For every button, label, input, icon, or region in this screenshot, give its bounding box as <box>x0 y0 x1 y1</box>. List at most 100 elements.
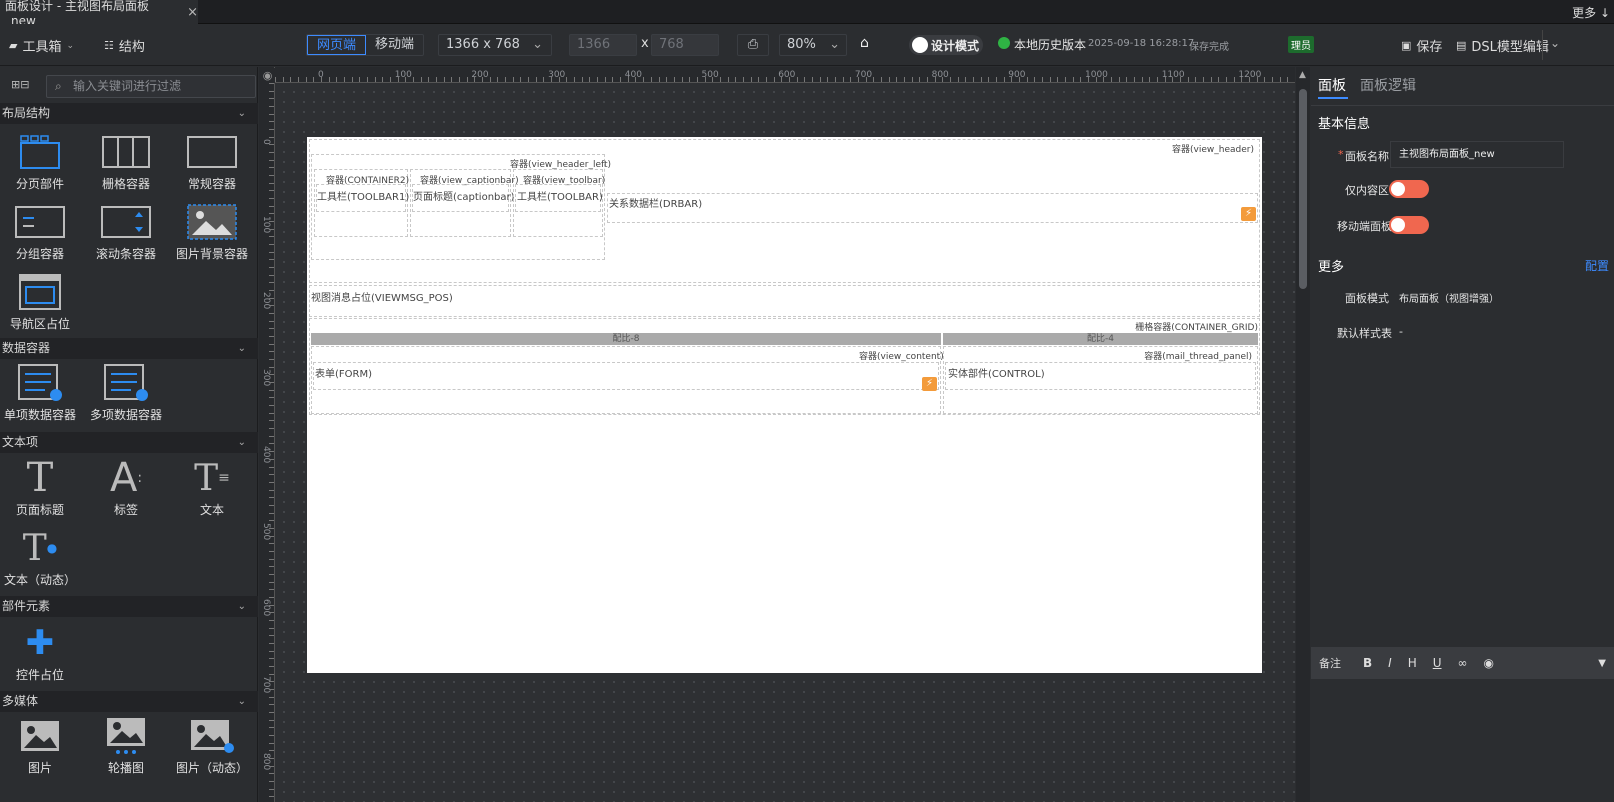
palette-item-group-container[interactable]: 分组容器 <box>0 201 84 271</box>
mobile-panel-switch[interactable] <box>1389 216 1429 234</box>
ruler-tick <box>269 665 274 667</box>
section-layout[interactable]: 布局结构 ⌄ <box>0 103 258 124</box>
design-canvas[interactable]: 0 100 200 300 400 500 600 700 800 900 1000 1100 1200… <box>259 67 1295 802</box>
more-menu-button[interactable]: 更多 ↓ <box>1572 4 1610 21</box>
eye-icon[interactable]: ◉ <box>260 68 275 83</box>
ruler-tick <box>597 77 599 82</box>
height-input[interactable]: 768 <box>651 34 719 56</box>
ruler-tick <box>269 604 274 606</box>
palette-item-dynamic-image[interactable]: 图片（动态） <box>168 715 256 785</box>
palette-item-image-bg-container[interactable]: 图片背景容器 <box>168 201 256 271</box>
chevron-down-icon: ⌄ <box>237 108 246 119</box>
palette-search-input[interactable]: ⌕ 输入关键词进行过滤 <box>46 75 256 98</box>
ruler-tick <box>1018 77 1020 82</box>
section-title: 布局结构 <box>2 106 51 120</box>
config-link[interactable]: 配置 <box>1585 257 1609 274</box>
link-icon[interactable]: ∞ <box>1458 656 1468 670</box>
underline-button[interactable]: U <box>1433 656 1442 670</box>
resolution-select[interactable]: 1366 x 768 ⌄ <box>438 34 552 56</box>
ruler-tick <box>269 474 274 476</box>
width-placeholder: 1366 <box>577 37 611 52</box>
palette-item-single-data-container[interactable]: 单项数据容器 <box>0 362 84 432</box>
ruler-tick <box>620 77 622 82</box>
chevron-down-icon[interactable]: ⌄ <box>1550 36 1560 50</box>
palette-item-text[interactable]: T ≡ 文本 <box>168 457 256 527</box>
palette-item-scroll-container[interactable]: 滚动条容器 <box>82 201 170 271</box>
italic-button[interactable]: I <box>1388 656 1392 670</box>
heading-button[interactable]: H <box>1408 656 1417 670</box>
ruler-tick <box>269 228 274 230</box>
save-button[interactable]: ▣ 保存 <box>1401 36 1442 55</box>
panel-name-input[interactable]: 主视图布局面板_new <box>1390 141 1564 168</box>
section-text-items[interactable]: 文本项 ⌄ <box>0 432 258 453</box>
structure-button[interactable]: ☷ 结构 <box>104 36 145 55</box>
zoom-value: 80% <box>787 37 816 52</box>
ruler-tick <box>269 635 274 637</box>
palette-item-tab-widget[interactable]: 分页部件 <box>0 131 84 201</box>
lightning-icon[interactable]: ⚡ <box>1241 207 1256 221</box>
drbar-widget[interactable] <box>607 193 1258 223</box>
window-tab-bar: 面板设计 - 主视图布局面板_new × 更多 ↓ <box>0 0 1614 28</box>
palette-item-grid-container[interactable]: 栅格容器 <box>82 131 170 201</box>
palette-item-dynamic-text[interactable]: T ● 文本（动态） <box>0 527 84 597</box>
divider <box>1311 105 1614 106</box>
palette-item-multi-data-container[interactable]: 多项数据容器 <box>82 362 170 432</box>
expand-collapse-icon[interactable]: ⊞⊟ <box>11 78 29 91</box>
ruler-tick <box>505 77 507 82</box>
note-editor-area[interactable] <box>1311 679 1614 802</box>
rotate-button[interactable]: ⎙ <box>737 34 769 56</box>
widget-label: 实体部件(CONTROL) <box>948 369 1045 380</box>
palette-item-carousel[interactable]: 轮播图 <box>82 715 170 785</box>
toolbox-button[interactable]: ▰ 工具箱 ⌄ <box>9 36 74 55</box>
ruler-tick <box>466 77 468 82</box>
tab-panel[interactable]: 面板 <box>1318 75 1346 95</box>
design-mode-toggle[interactable]: 设计模式 <box>909 35 983 55</box>
chevron-down-icon: ⌄ <box>237 696 246 707</box>
panel-page[interactable]: 容器(view_header) 容器(view_header_left) 容器(… <box>307 137 1262 673</box>
ruler-tick-label: 100 <box>261 215 271 233</box>
scroll-thumb[interactable] <box>1299 89 1307 289</box>
ruler-tick <box>1080 77 1082 82</box>
form-widget[interactable] <box>313 362 939 390</box>
ruler-tick <box>269 159 274 161</box>
palette-item-container[interactable]: 常规容器 <box>168 131 256 201</box>
tab-panel-logic[interactable]: 面板逻辑 <box>1360 75 1416 95</box>
ruler-tick <box>269 757 274 759</box>
palette-item-label-widget[interactable]: A: 标签 <box>82 455 170 527</box>
bold-button[interactable]: B <box>1363 656 1372 670</box>
ruler-tick <box>405 77 407 82</box>
palette-item-label: 图片 <box>27 761 52 775</box>
preview-eye-icon[interactable]: ◉ <box>1484 656 1494 670</box>
width-input[interactable]: 1366 <box>569 34 637 56</box>
close-icon[interactable]: × <box>187 5 198 20</box>
platform-mobile-tab[interactable]: 移动端 <box>366 35 423 55</box>
section-data-container[interactable]: 数据容器 ⌄ <box>0 338 258 359</box>
canvas-vertical-scrollbar[interactable]: ▲ <box>1296 67 1310 802</box>
section-multimedia[interactable]: 多媒体 ⌄ <box>0 691 258 712</box>
chevron-down-icon[interactable]: ▼ <box>1598 658 1606 669</box>
ruler-tick <box>269 727 274 729</box>
zoom-select[interactable]: 80% ⌄ <box>779 34 847 56</box>
section-widget-elements[interactable]: 部件元素 ⌄ <box>0 596 258 617</box>
palette-item-image[interactable]: 图片 <box>0 715 84 785</box>
ruler-tick <box>269 497 274 499</box>
toolbox-icon: ▰ <box>9 39 18 52</box>
dsl-edit-button[interactable]: ▤ DSL模型编辑 <box>1456 36 1549 55</box>
scroll-up-icon[interactable]: ▲ <box>1299 70 1306 80</box>
lightning-icon[interactable]: ⚡ <box>922 377 937 391</box>
document-tab[interactable]: 面板设计 - 主视图布局面板_new × <box>0 0 198 28</box>
dynamic-text-icon: T ● <box>22 527 58 569</box>
widget-label: 关系数据栏(DRBAR) <box>609 199 703 210</box>
ruler-tick <box>850 77 852 82</box>
palette-item-nav-placeholder[interactable]: 导航区占位 <box>0 271 84 341</box>
palette-item-page-title[interactable]: T 页面标题 <box>0 455 84 527</box>
user-badge[interactable]: 理员 <box>1288 36 1314 53</box>
history-version-link[interactable]: 本地历史版本 <box>1014 36 1086 53</box>
palette-item-label: 标签 <box>113 503 138 517</box>
palette-item-control-placeholder[interactable]: ✚ 控件占位 <box>0 622 84 692</box>
chevron-down-icon: ⌄ <box>237 343 246 354</box>
inner-only-switch[interactable] <box>1389 180 1429 198</box>
home-icon[interactable]: ⌂ <box>860 35 869 51</box>
ruler-tick <box>269 443 274 445</box>
platform-web-tab[interactable]: 网页端 <box>307 35 367 55</box>
